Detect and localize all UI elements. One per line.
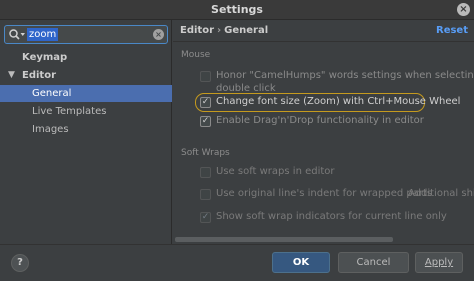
settings-content: Editor › General Reset Mouse Honor "CamelH… (173, 20, 474, 244)
checkbox[interactable] (200, 189, 211, 200)
option-label: Use soft wraps in editor (216, 166, 335, 177)
ok-button[interactable]: OK (272, 252, 330, 273)
help-button[interactable]: ? (11, 254, 29, 272)
checkbox[interactable]: ✓ (200, 97, 211, 108)
window-title: Settings (211, 3, 263, 16)
scrollbar-thumb[interactable] (175, 237, 393, 242)
sidebar-item-label: Editor (22, 70, 56, 81)
settings-sidebar: zoom × Keymap ▼ Editor General Live Temp… (0, 20, 172, 244)
expand-arrow-icon[interactable]: ▼ (8, 67, 15, 84)
clear-search-icon[interactable]: × (153, 29, 164, 40)
sidebar-item-general[interactable]: General (0, 85, 172, 102)
breadcrumb: Editor › General (180, 25, 268, 36)
dialog-footer: ? OK Cancel Apply (0, 244, 474, 281)
title-bar: Settings × (0, 0, 474, 20)
breadcrumb-general: General (224, 25, 269, 36)
sidebar-item-keymap[interactable]: Keymap (0, 49, 172, 66)
checkbox[interactable]: ✓ (200, 116, 211, 127)
checkbox[interactable]: ✓ (200, 212, 211, 223)
option-label: Change font size (Zoom) with Ctrl+Mouse … (216, 96, 461, 107)
cancel-button[interactable]: Cancel (338, 252, 409, 273)
checkbox[interactable] (200, 167, 211, 178)
section-mouse: Mouse (181, 50, 211, 60)
option-label: Use original line's indent for wrapped p… (216, 188, 433, 199)
search-field[interactable]: zoom × (4, 25, 168, 44)
sidebar-item-label: General (32, 88, 72, 99)
option-label: Show soft wrap indicators for current li… (216, 211, 447, 222)
content-header: Editor › General Reset (173, 20, 474, 42)
option-label: Honor "CamelHumps" words settings when s… (216, 70, 474, 81)
search-input[interactable]: zoom (27, 28, 59, 41)
sidebar-item-label: Images (32, 124, 69, 135)
sidebar-item-label: Live Templates (32, 106, 107, 117)
sidebar-item-label: Keymap (22, 52, 68, 63)
checkbox[interactable] (200, 71, 211, 82)
close-icon[interactable]: × (457, 3, 470, 16)
apply-button[interactable]: Apply (415, 252, 463, 273)
section-soft-wraps: Soft Wraps (181, 148, 230, 158)
reset-link[interactable]: Reset (436, 25, 468, 36)
sidebar-item-images[interactable]: Images (0, 121, 172, 138)
breadcrumb-separator: › (217, 25, 222, 36)
horizontal-scrollbar[interactable] (173, 235, 474, 244)
additional-shift-label: Additional shift (408, 188, 474, 199)
breadcrumb-editor: Editor (180, 25, 214, 36)
sidebar-item-live-templates[interactable]: Live Templates (0, 103, 172, 120)
option-label: Enable Drag'n'Drop functionality in edit… (216, 115, 424, 126)
sidebar-item-editor[interactable]: ▼ Editor (0, 67, 172, 84)
search-icon[interactable] (8, 28, 26, 42)
